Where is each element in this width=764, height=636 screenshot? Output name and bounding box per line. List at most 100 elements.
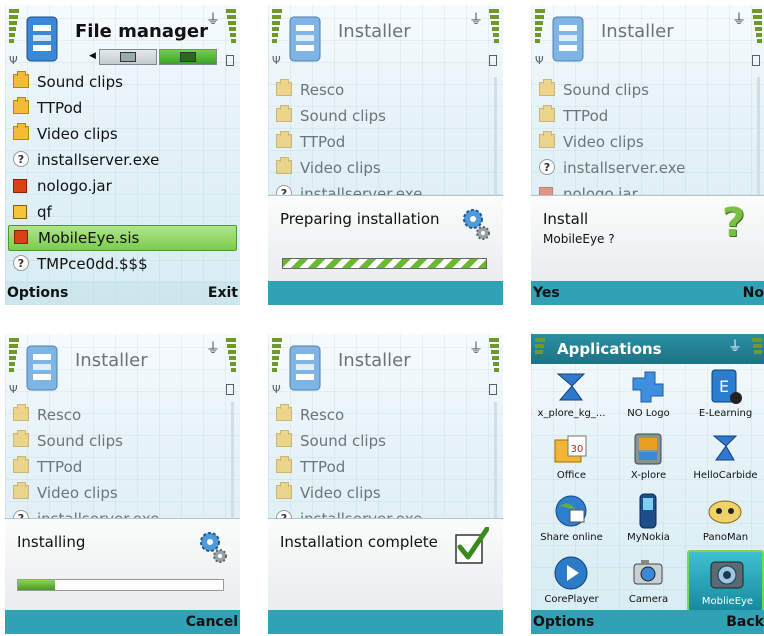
battery-icon: [489, 55, 497, 66]
svg-text:E: E: [719, 377, 729, 396]
checkmark-icon: [455, 527, 489, 564]
app-x-plore[interactable]: X-plore: [610, 426, 687, 488]
file-list: Resco Sound clips TTPod Video clips ?ins…: [268, 77, 503, 207]
usb-icon: ⏚: [206, 12, 220, 28]
yes-softkey[interactable]: Yes: [533, 285, 560, 301]
list-item: TTPod: [268, 454, 503, 480]
list-item-label: TTPod: [37, 99, 83, 117]
list-item[interactable]: ? installserver.exe: [5, 147, 240, 173]
list-item[interactable]: TTPod: [5, 95, 240, 121]
file-manager-screen: Ψ ⏚ File manager ◀ Sound clips TTPod Vid…: [5, 5, 240, 305]
java-app-icon: [13, 179, 27, 193]
app-label: X-plore: [630, 470, 667, 481]
battery-level-icon: [489, 9, 499, 55]
unknown-file-icon: ?: [539, 159, 555, 175]
scrollbar[interactable]: [494, 77, 497, 195]
app-mobileeye-selected[interactable]: MoblieEye: [687, 550, 764, 612]
x-plore-kg-icon: [556, 373, 586, 401]
list-item-label: Video clips: [300, 484, 381, 502]
app-label: NO Logo: [627, 408, 670, 419]
list-item-label: qf: [37, 203, 52, 221]
list-item-label: Resco: [300, 406, 345, 424]
list-item[interactable]: Video clips: [5, 121, 240, 147]
list-item-label: Resco: [300, 81, 345, 99]
office-icon: 30: [554, 435, 587, 463]
share-online-icon: [555, 495, 587, 527]
scrollbar[interactable]: [757, 77, 760, 195]
app-office[interactable]: 30 Office: [533, 426, 610, 488]
list-item[interactable]: nologo.jar: [5, 173, 240, 199]
folder-icon: [13, 430, 29, 447]
list-item: Video clips: [5, 480, 240, 506]
scrollbar[interactable]: [494, 402, 497, 520]
list-item[interactable]: ? TMPce0dd.$$$: [5, 251, 240, 277]
list-item-label: Sound clips: [563, 81, 649, 99]
file-list: Resco Sound clips TTPod Video clips ?ins…: [268, 402, 503, 532]
signal-strength-icon: [535, 338, 545, 360]
e-learning-icon: E: [711, 369, 742, 404]
tab-memory-card[interactable]: [159, 49, 217, 65]
tab-left-arrow-icon[interactable]: ◀: [89, 51, 96, 61]
softkey-bar: Options Back: [531, 610, 764, 634]
app-label: Camera: [628, 594, 669, 605]
antenna-icon: Ψ: [535, 54, 544, 67]
folder-icon: [13, 404, 29, 421]
file-list: Sound clips TTPod Video clips ? installse…: [5, 69, 240, 277]
usb-icon: ⏚: [469, 12, 483, 28]
unknown-file-icon: ?: [13, 151, 29, 167]
folder-icon: [539, 79, 555, 96]
list-item-label: Sound clips: [300, 107, 386, 125]
battery-level-icon: [489, 338, 499, 384]
list-item: Resco: [268, 402, 503, 428]
installer-preparing-screen: Ψ ⏚ Installer Resco Sound clips TTPod Vi…: [268, 5, 503, 305]
list-item: Sound clips: [531, 77, 764, 103]
app-no-logo[interactable]: NO Logo: [610, 364, 687, 426]
list-item-label: Resco: [37, 406, 82, 424]
app-label: x_plore_kg_...: [537, 408, 606, 419]
app-camera[interactable]: Camera: [610, 550, 687, 612]
list-item-label: Sound clips: [300, 432, 386, 450]
list-item[interactable]: Sound clips: [5, 69, 240, 95]
options-softkey[interactable]: Options: [533, 614, 594, 630]
folder-icon: [539, 131, 555, 148]
usb-icon: ⏚: [732, 12, 746, 28]
list-item-selected[interactable]: MobileEye.sis: [8, 225, 237, 251]
list-item[interactable]: qf: [5, 199, 240, 225]
app-x-plore-kg[interactable]: x_plore_kg_...: [533, 364, 610, 426]
app-share-online[interactable]: Share online: [533, 488, 610, 550]
question-icon: ?: [722, 200, 746, 246]
x-plore-icon: [634, 433, 662, 465]
list-item-label: TTPod: [563, 107, 609, 125]
exit-softkey[interactable]: Exit: [208, 285, 238, 301]
no-softkey[interactable]: No: [743, 285, 764, 301]
drive-tabs: ◀: [89, 49, 229, 65]
app-panoman[interactable]: PanoMan: [687, 488, 764, 550]
applications-screen: Applications ⏚ x_plore_kg_... NO Logo E …: [531, 334, 764, 634]
folder-icon: [276, 157, 292, 174]
app-my-nokia[interactable]: MyNokia: [610, 488, 687, 550]
installer-installing-screen: Ψ ⏚ Installer Resco Sound clips TTPod Vi…: [5, 334, 240, 634]
list-item-label: MobileEye.sis: [38, 229, 140, 247]
folder-icon: [276, 131, 292, 148]
softkey-bar: Cancel: [5, 610, 240, 634]
softkey-bar: Yes No: [531, 281, 764, 305]
gears-icon: [463, 209, 490, 240]
back-softkey[interactable]: Back: [726, 614, 764, 630]
file-manager-app-icon: [26, 16, 58, 62]
scrollbar[interactable]: [231, 402, 234, 520]
signal-strength-icon: [9, 338, 19, 384]
list-item-label: Video clips: [37, 484, 118, 502]
options-softkey[interactable]: Options: [7, 285, 68, 301]
list-item: Sound clips: [268, 428, 503, 454]
app-hello-carbide[interactable]: HelloCarbide: [687, 426, 764, 488]
antenna-icon: Ψ: [9, 54, 18, 67]
cancel-softkey[interactable]: Cancel: [186, 614, 238, 630]
tab-phone-memory[interactable]: [99, 49, 157, 65]
installing-dialog: Installing: [5, 518, 240, 611]
battery-level-icon: [752, 338, 762, 360]
list-item: TTPod: [531, 103, 764, 129]
app-coreplayer[interactable]: CorePlayer: [533, 550, 610, 612]
folder-icon: [276, 430, 292, 447]
install-confirm-dialog: Install MobileEye ? ?: [531, 195, 764, 282]
app-e-learning[interactable]: E E-Learning: [687, 364, 764, 426]
